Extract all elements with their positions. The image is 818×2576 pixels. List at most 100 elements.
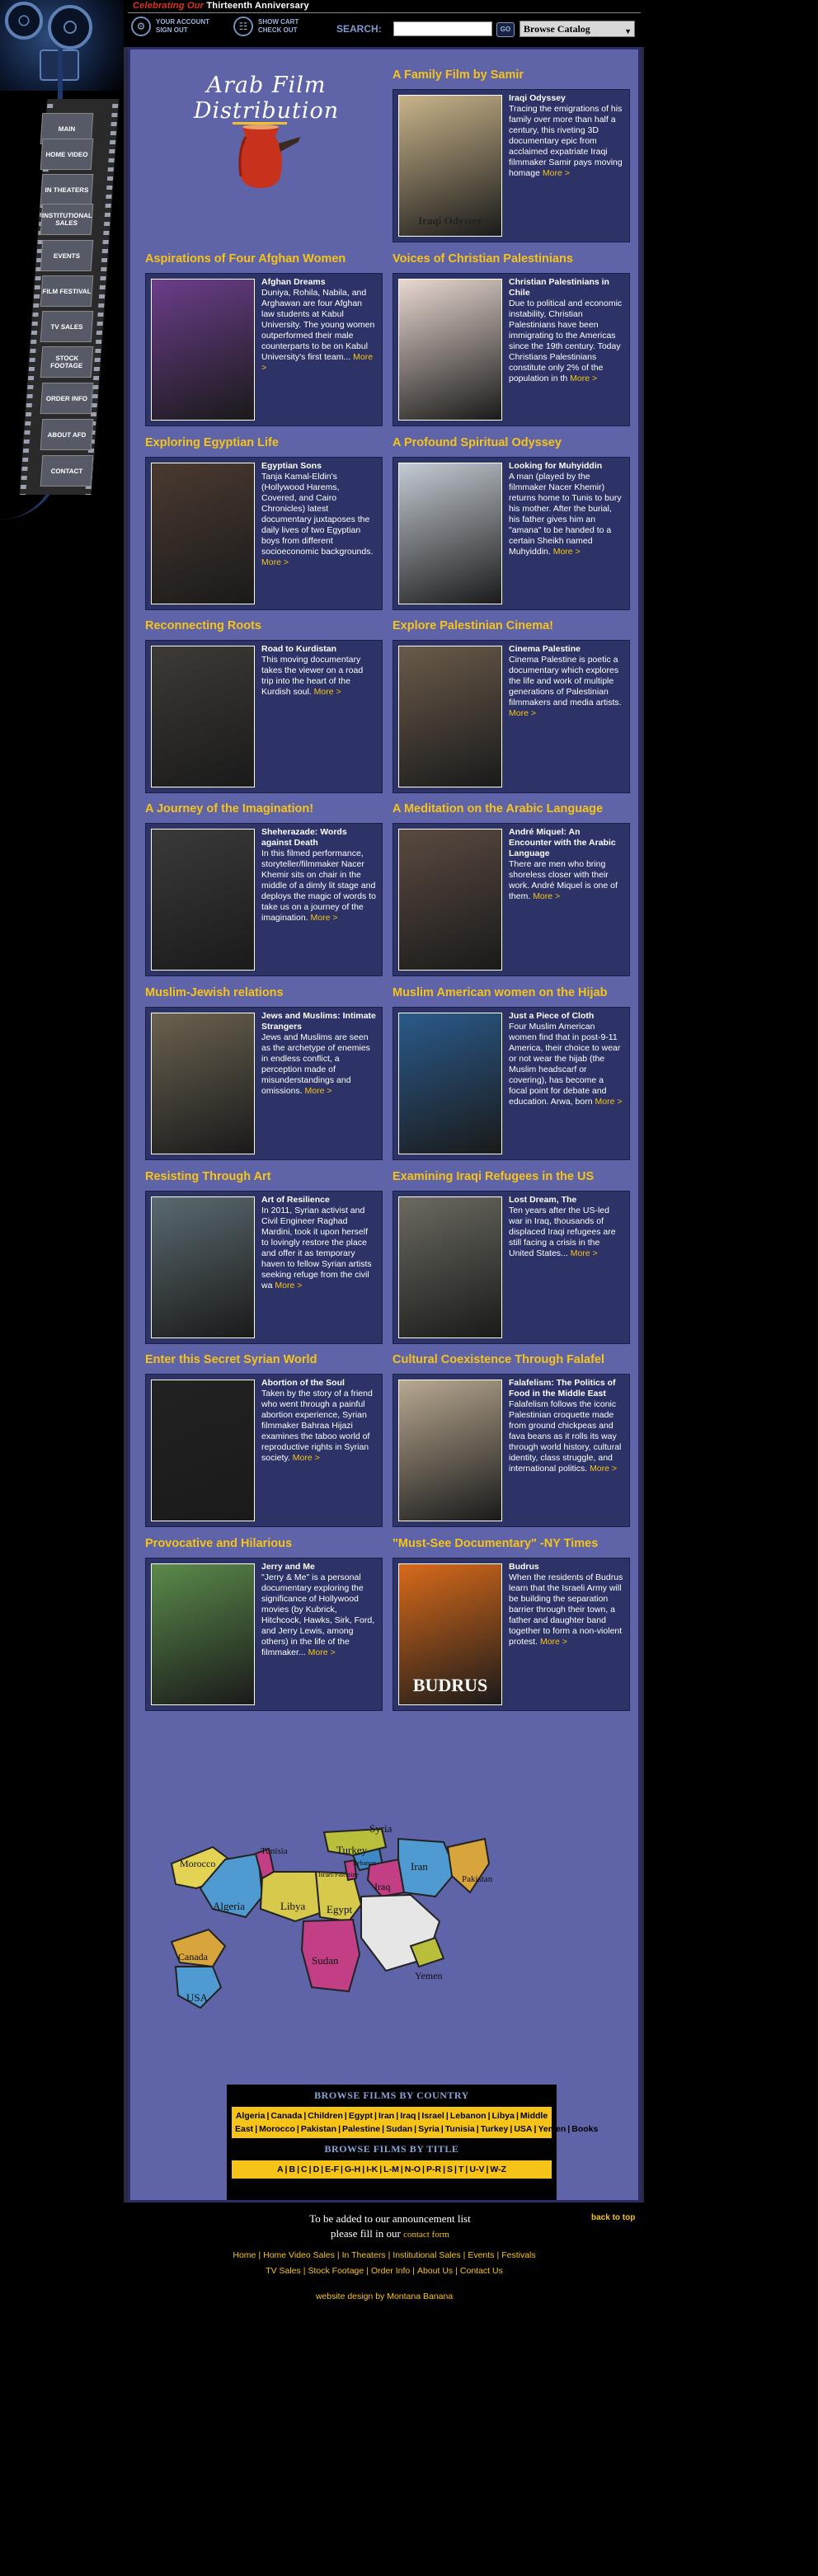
film-name-link[interactable]: Cinema Palestine xyxy=(509,644,624,655)
title-link-s[interactable]: S xyxy=(447,2165,453,2174)
map-label-usa[interactable]: USA xyxy=(186,1991,209,2004)
more-link[interactable]: More > xyxy=(540,1637,567,1647)
film-name-link[interactable]: Jews and Muslims: Intimate Strangers xyxy=(261,1011,377,1032)
design-credit[interactable]: website design by Montana Banana xyxy=(128,2292,641,2301)
more-link[interactable]: More > xyxy=(311,913,338,923)
map-label-yemen[interactable]: Yemen xyxy=(415,1970,442,1981)
more-link[interactable]: More > xyxy=(590,1464,617,1474)
title-link-l-m[interactable]: L-M xyxy=(383,2165,399,2174)
country-link-books[interactable]: Books xyxy=(571,2124,598,2134)
film-name-link[interactable]: Christian Palestinians in Chile xyxy=(509,277,624,298)
country-link-palestine[interactable]: Palestine xyxy=(342,2124,380,2134)
film-name-link[interactable]: Road to Kurdistan xyxy=(261,644,377,655)
more-link[interactable]: More > xyxy=(275,1281,302,1290)
country-link-syria[interactable]: Syria xyxy=(418,2124,440,2134)
country-link-tunisia[interactable]: Tunisia xyxy=(445,2124,475,2134)
film-name-link[interactable]: Egyptian Sons xyxy=(261,461,377,472)
more-link[interactable]: More > xyxy=(571,1248,598,1258)
film-name-link[interactable]: Sheherazade: Words against Death xyxy=(261,827,377,848)
footer-link-festivals[interactable]: Festivals xyxy=(501,2250,535,2260)
map-label-syria[interactable]: Syria xyxy=(369,1822,393,1835)
footer-link-stock-footage[interactable]: Stock Footage xyxy=(308,2266,364,2276)
title-link-c[interactable]: C xyxy=(301,2165,308,2174)
country-link-libya[interactable]: Libya xyxy=(492,2111,515,2121)
film-poster[interactable] xyxy=(151,646,255,787)
feature-title[interactable]: A Profound Spiritual Odyssey xyxy=(393,435,630,452)
feature-title[interactable]: Cultural Coexistence Through Falafel xyxy=(393,1352,630,1369)
feature-title[interactable]: A Journey of the Imagination! xyxy=(145,801,383,818)
more-link[interactable]: More > xyxy=(261,557,289,567)
film-name-link[interactable]: Jerry and Me xyxy=(261,1562,377,1572)
more-link[interactable]: More > xyxy=(553,547,581,557)
more-link[interactable]: More > xyxy=(308,1648,336,1657)
film-poster[interactable] xyxy=(398,463,502,604)
footer-link-order-info[interactable]: Order Info xyxy=(371,2266,410,2276)
footer-link-about-us[interactable]: About Us xyxy=(417,2266,453,2276)
nav-item-in-theaters[interactable]: IN THEATERS xyxy=(40,174,94,205)
map-label-sudan[interactable]: Sudan xyxy=(312,1954,339,1967)
country-link-morocco[interactable]: Morocco xyxy=(259,2124,295,2134)
more-link[interactable]: More > xyxy=(293,1453,320,1463)
country-link-pakistan[interactable]: Pakistan xyxy=(301,2124,336,2134)
feature-title[interactable]: Aspirations of Four Afghan Women xyxy=(145,251,383,268)
nav-item-institutional-sales[interactable]: INSTITUTIONAL SALES xyxy=(40,204,94,235)
map-label-libya[interactable]: Libya xyxy=(280,1900,306,1912)
nav-item-film-festival[interactable]: FILM FESTIVAL xyxy=(40,275,94,307)
film-name-link[interactable]: Art of Resilience xyxy=(261,1195,377,1206)
feature-title[interactable]: Explore Palestinian Cinema! xyxy=(393,618,630,635)
map-label-algeria[interactable]: Algeria xyxy=(213,1900,245,1912)
feature-title[interactable]: Provocative and Hilarious xyxy=(145,1536,383,1553)
map-label-lebanon[interactable]: Lebanon xyxy=(353,1859,376,1867)
feature-title[interactable]: Muslim-Jewish relations xyxy=(145,985,383,1002)
film-poster[interactable] xyxy=(151,829,255,971)
film-poster[interactable] xyxy=(398,1380,502,1521)
footer-link-institutional-sales[interactable]: Institutional Sales xyxy=(393,2250,460,2260)
film-name-link[interactable]: Looking for Muhyiddin xyxy=(509,461,624,472)
more-link[interactable]: More > xyxy=(509,708,536,718)
film-name-link[interactable]: Abortion of the Soul xyxy=(261,1378,377,1389)
title-link-g-h[interactable]: G-H xyxy=(345,2165,360,2174)
nav-item-stock-footage[interactable]: STOCK FOOTAGE xyxy=(40,346,94,378)
country-link-lebanon[interactable]: Lebanon xyxy=(450,2111,487,2121)
film-poster[interactable] xyxy=(398,829,502,971)
film-name-link[interactable]: Iraqi Odyssey xyxy=(509,93,624,104)
title-link-e-f[interactable]: E-F xyxy=(325,2165,339,2174)
feature-title[interactable]: A Meditation on the Arabic Language xyxy=(393,801,630,818)
account-link[interactable]: ⚙ YOUR ACCOUNT SIGN OUT xyxy=(131,16,209,36)
country-link-canada[interactable]: Canada xyxy=(270,2111,302,2121)
show-cart-link[interactable]: SHOW CART xyxy=(258,18,299,26)
nav-item-home-video[interactable]: HOME VIDEO xyxy=(40,139,94,170)
country-link-israel[interactable]: Israel xyxy=(421,2111,444,2121)
nav-item-events[interactable]: EVENTS xyxy=(40,240,94,271)
footer-link-events[interactable]: Events xyxy=(468,2250,494,2260)
map-label-canada[interactable]: Canada xyxy=(178,1951,209,1963)
film-poster[interactable] xyxy=(151,1196,255,1338)
more-link[interactable]: More > xyxy=(305,1086,332,1096)
film-poster[interactable] xyxy=(398,1196,502,1338)
more-link[interactable]: More > xyxy=(595,1097,623,1107)
title-link-n-o[interactable]: N-O xyxy=(405,2165,421,2174)
country-link-children[interactable]: Children xyxy=(308,2111,343,2121)
film-name-link[interactable]: Lost Dream, The xyxy=(509,1195,624,1206)
film-poster[interactable] xyxy=(398,1013,502,1154)
country-link-iraq[interactable]: Iraq xyxy=(400,2111,416,2121)
feature-title[interactable]: Exploring Egyptian Life xyxy=(145,435,383,452)
film-poster[interactable] xyxy=(398,646,502,787)
site-logo[interactable]: Arab Film Distribution xyxy=(155,73,378,237)
feature-title[interactable]: Examining Iraqi Refugees in the US xyxy=(393,1169,630,1186)
cart-link[interactable]: ☷ SHOW CART CHECK OUT xyxy=(233,16,299,36)
search-input[interactable] xyxy=(393,21,492,36)
footer-link-in-theaters[interactable]: In Theaters xyxy=(342,2250,386,2260)
map-label-israel-palestine[interactable]: Israel/Palestine xyxy=(318,1871,359,1878)
film-poster[interactable]: Iraqi Odyssey xyxy=(398,95,502,237)
map-label-tunisia[interactable]: Tunisia xyxy=(261,1846,288,1856)
film-poster[interactable] xyxy=(151,1380,255,1521)
film-name-link[interactable]: Falafelism: The Politics of Food in the … xyxy=(509,1378,624,1399)
film-poster[interactable]: BUDRUS xyxy=(398,1563,502,1705)
back-to-top-link[interactable]: back to top xyxy=(591,2213,635,2222)
feature-title[interactable]: Resisting Through Art xyxy=(145,1169,383,1186)
title-link-i-k[interactable]: I-K xyxy=(366,2165,378,2174)
film-poster[interactable] xyxy=(151,463,255,604)
map-label-egypt[interactable]: Egypt xyxy=(327,1903,352,1916)
title-link-b[interactable]: B xyxy=(289,2165,295,2174)
